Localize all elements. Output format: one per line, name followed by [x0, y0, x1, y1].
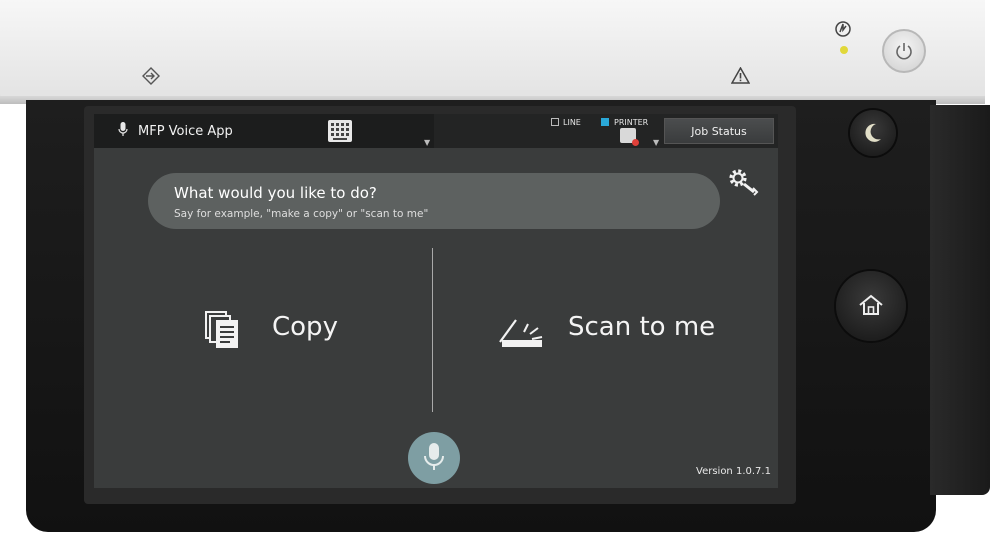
app-title: MFP Voice App: [138, 124, 233, 139]
power-button[interactable]: [882, 29, 926, 73]
keypad-icon[interactable]: [328, 120, 352, 142]
job-status-button[interactable]: Job Status: [664, 118, 774, 144]
home-icon: [859, 294, 883, 315]
prompt-title: What would you like to do?: [174, 184, 377, 202]
data-arrow-icon: [142, 67, 160, 85]
status-led: [840, 46, 848, 54]
printer-label: PRINTER: [614, 118, 649, 127]
status-bar: MFP Voice App ▼ LINE PRINTER ▼ Job Statu…: [94, 114, 778, 148]
chevron-down-icon[interactable]: ▼: [653, 138, 659, 147]
energy-save-icon: [835, 21, 851, 37]
copy-label: Copy: [272, 312, 338, 342]
touch-screen: MFP Voice App ▼ LINE PRINTER ▼ Job Statu…: [94, 114, 778, 488]
warning-icon: [731, 67, 750, 84]
home-button[interactable]: [836, 271, 906, 341]
prompt-hint: Say for example, "make a copy" or "scan …: [174, 208, 429, 220]
scan-to-me-label: Scan to me: [568, 312, 716, 342]
copy-documents-icon: [205, 311, 238, 348]
voice-prompt: What would you like to do? Say for examp…: [148, 173, 720, 229]
microphone-icon: [424, 443, 444, 470]
options-divider: [432, 248, 433, 412]
printer-indicator: [601, 118, 609, 126]
scanner-icon: [499, 319, 543, 347]
line-label: LINE: [563, 118, 581, 127]
moon-icon: [865, 123, 881, 142]
bezel-side: [930, 105, 990, 495]
version-label: Version 1.0.7.1: [696, 466, 771, 477]
printer-top-panel: [0, 0, 985, 104]
voice-input-button[interactable]: [408, 432, 460, 484]
line-indicator: [551, 118, 559, 126]
settings-gear-icon[interactable]: [726, 166, 760, 196]
scan-to-me-option[interactable]: Scan to me: [498, 302, 738, 362]
app-title-area: MFP Voice App ▼: [94, 114, 434, 148]
mfp-device: MFP Voice App ▼ LINE PRINTER ▼ Job Statu…: [0, 0, 1000, 536]
chevron-down-icon[interactable]: ▼: [424, 138, 430, 147]
microphone-icon: [118, 122, 128, 136]
printer-status-icon[interactable]: [620, 128, 639, 146]
power-icon: [896, 43, 912, 60]
copy-option[interactable]: Copy: [204, 302, 364, 362]
sleep-button[interactable]: [850, 110, 896, 156]
